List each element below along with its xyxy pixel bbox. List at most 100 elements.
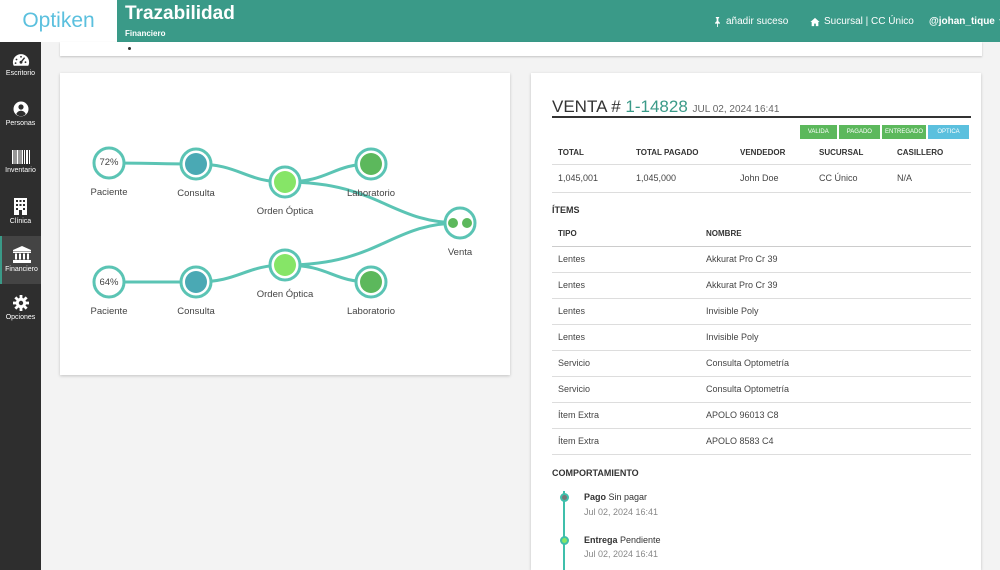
- edge-order-sale-bottom: [284, 221, 461, 267]
- table-cell: N/A: [891, 164, 971, 193]
- table-cell: 1,045,001: [552, 164, 630, 193]
- table-cell: Ítem Extra: [552, 402, 700, 429]
- column-header: CASILLERO: [891, 142, 971, 165]
- consult-label-top: Consulta: [177, 188, 215, 199]
- building-icon: [14, 198, 27, 215]
- timeline-dot-payment: [559, 493, 569, 502]
- status-badge: VALIDA: [799, 125, 837, 139]
- top-header: Trazabilidad Financiero añadir suceso Su…: [117, 0, 1000, 42]
- page-subtitle: Financiero: [125, 29, 166, 38]
- table-cell: Invisible Poly: [700, 298, 971, 325]
- separator-dot: [128, 47, 131, 50]
- node-lab-top: [360, 153, 382, 175]
- branch-label: Sucursal | CC Único: [824, 16, 914, 27]
- top-card: [60, 42, 982, 56]
- table-row: Lentes Invisible Poly: [552, 298, 971, 325]
- sidebar-item-label: Personas: [5, 120, 36, 127]
- node-sale-dot-right: [462, 218, 472, 228]
- timeline-entry-delivery: Entrega Pendiente: [584, 535, 661, 545]
- barcode-icon: [11, 150, 30, 164]
- table-cell: APOLO 96013 C8: [700, 402, 971, 429]
- add-event-button[interactable]: añadir suceso: [713, 16, 788, 27]
- user-menu[interactable]: @johan_tique: [929, 16, 1000, 27]
- add-event-label: añadir suceso: [726, 16, 789, 27]
- pin-icon: [715, 16, 720, 27]
- sidebar-item-label: Inventario: [5, 167, 36, 174]
- sale-prefix: VENTA #: [552, 97, 621, 116]
- sidebar-item-clinica[interactable]: Clínica: [0, 188, 41, 236]
- table-cell: 1,045,000: [630, 164, 734, 193]
- traceability-graph-card: 72% Paciente Consulta Orden Óptica Labor…: [60, 73, 510, 375]
- timeline-dot-delivery: [559, 536, 569, 545]
- lab-label-top: Laboratorio: [346, 188, 396, 199]
- table-cell: Lentes: [552, 246, 700, 273]
- status-badge: PAGADO: [838, 125, 880, 139]
- column-header: TOTAL: [552, 142, 630, 165]
- timeline-entry-payment: Pago Sin pagar: [584, 492, 647, 502]
- table-cell: CC Único: [813, 164, 891, 193]
- patient-percent-top: 72%: [99, 157, 119, 168]
- patient-label-top: Paciente: [90, 187, 128, 198]
- home-icon: [810, 17, 820, 26]
- table-cell: John Doe: [734, 164, 813, 193]
- column-header: TIPO: [552, 222, 700, 247]
- items-section-title: ÍTEMS: [552, 205, 580, 215]
- sidebar-item-label: Financiero: [5, 266, 38, 273]
- table-cell: Invisible Poly: [700, 324, 971, 351]
- sidebar-item-personas[interactable]: Personas: [0, 91, 41, 139]
- node-sale-dot-left: [448, 218, 458, 228]
- table-row: Lentes Akkurat Pro Cr 39: [552, 246, 971, 273]
- sidebar-item-inventario[interactable]: Inventario: [0, 140, 41, 188]
- user-name: @johan_tique: [929, 16, 995, 27]
- table-header-row: TOTAL TOTAL PAGADO VENDEDOR SUCURSAL CAS…: [552, 142, 971, 165]
- order-label-top: Orden Óptica: [256, 206, 314, 217]
- table-cell: Consulta Optometría: [700, 376, 971, 403]
- branch-selector[interactable]: Sucursal | CC Único: [810, 16, 914, 27]
- table-row: Ítem Extra APOLO 96013 C8: [552, 402, 971, 429]
- app-logo[interactable]: Optiken: [0, 0, 117, 42]
- sale-label: Venta: [447, 247, 473, 258]
- items-table: TIPO NOMBRE Lentes Akkurat Pro Cr 39 Lent…: [552, 222, 971, 455]
- patient-label-bottom: Paciente: [90, 306, 128, 317]
- node-lab-bottom: [360, 271, 382, 293]
- sidebar-item-label: Clínica: [9, 218, 32, 225]
- sidebar-item-label: Escritorio: [5, 70, 36, 77]
- node-order-bottom: [274, 254, 296, 276]
- gear-icon: [12, 295, 29, 311]
- traceability-graph: [92, 146, 477, 299]
- table-row: 1,045,001 1,045,000 John Doe CC Único N/…: [552, 164, 971, 193]
- table-cell: Lentes: [552, 298, 700, 325]
- node-order-top: [274, 171, 296, 193]
- timeline-title: Entrega: [584, 535, 618, 545]
- node-consult-bottom: [185, 271, 207, 293]
- table-cell: Consulta Optometría: [700, 350, 971, 377]
- sale-summary-table: TOTAL TOTAL PAGADO VENDEDOR SUCURSAL CAS…: [552, 142, 971, 193]
- person-icon: [13, 101, 28, 117]
- sidebar-item-label: Opciones: [5, 314, 36, 321]
- table-row: Lentes Invisible Poly: [552, 324, 971, 351]
- title-divider: [552, 116, 971, 118]
- sidebar-item-financiero[interactable]: Financiero: [0, 236, 41, 284]
- table-cell: Ítem Extra: [552, 428, 700, 455]
- sale-detail-card: VENTA # 1-14828 JUL 02, 2024 16:41 VALID…: [531, 73, 981, 570]
- table-header-row: TIPO NOMBRE: [552, 222, 971, 247]
- column-header: TOTAL PAGADO: [630, 142, 734, 165]
- sidebar: Escritorio Personas Inventario Clínica F…: [0, 42, 41, 570]
- page-title: Trazabilidad: [125, 3, 235, 24]
- table-row: Ítem Extra APOLO 8583 C4: [552, 428, 971, 455]
- sidebar-item-escritorio[interactable]: Escritorio: [0, 42, 41, 90]
- patient-percent-bottom: 64%: [99, 277, 119, 288]
- status-badge: OPTICA: [928, 125, 969, 139]
- column-header: SUCURSAL: [813, 142, 891, 165]
- timeline-line: [563, 491, 565, 570]
- timeline-date: Jul 02, 2024 16:41: [584, 549, 659, 559]
- behavior-section-title: COMPORTAMIENTO: [552, 468, 639, 478]
- table-row: Servicio Consulta Optometría: [552, 376, 971, 403]
- column-header: VENDEDOR: [734, 142, 813, 165]
- timeline-date: Jul 02, 2024 16:41: [584, 507, 659, 517]
- table-cell: Lentes: [552, 324, 700, 351]
- table-cell: APOLO 8583 C4: [700, 428, 971, 455]
- sidebar-item-opciones[interactable]: Opciones: [0, 285, 41, 333]
- timeline-title: Pago: [584, 492, 607, 502]
- sale-title: VENTA # 1-14828 JUL 02, 2024 16:41: [552, 97, 779, 117]
